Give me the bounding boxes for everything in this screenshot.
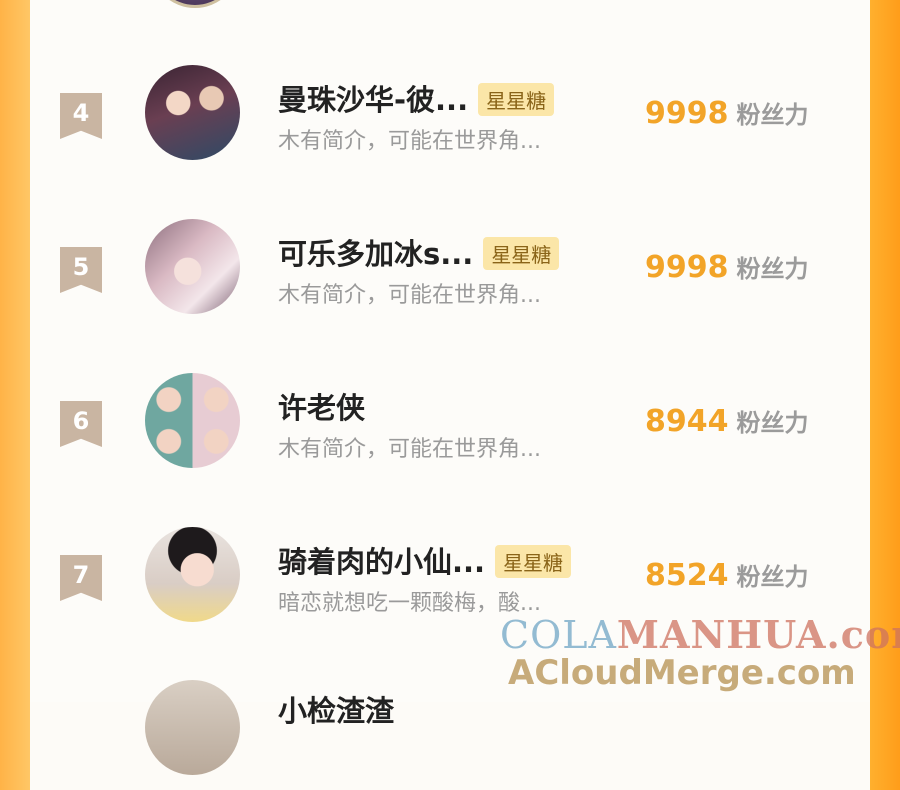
fan-score-unit: 粉丝力 [736,255,809,283]
ranking-row[interactable]: 6 许老侠 木有简介，可能在世界角... 8944 粉丝力 [0,373,900,483]
fan-score-unit: 粉丝力 [736,101,809,129]
fan-score: 9998 粉丝力 [645,249,809,285]
ranking-row[interactable]: 4 曼珠沙华-彼... 星星糖 木有简介，可能在世界角... 9998 粉丝力 [0,65,900,175]
fan-score-value: 9998 [645,250,729,285]
ranking-row[interactable]: 5 可乐多加冰s... 星星糖 木有简介，可能在世界角... 9998 粉丝力 [0,219,900,329]
watermark-line-2: ACloudMerge.com [508,653,856,693]
user-name-line: 可乐多加冰s... 星星糖 [278,231,560,273]
user-name[interactable]: 许老侠 [278,391,365,425]
level-tag: 星星糖 [478,82,555,116]
fan-score-unit: 粉丝力 [736,563,809,591]
fan-score: 8524 粉丝力 [645,557,809,593]
rank-badge: 4 [60,93,102,139]
avatar[interactable] [145,219,240,314]
fan-score-value: 8524 [645,558,729,593]
fan-score-unit: 粉丝力 [736,409,809,437]
fan-score: 8944 粉丝力 [645,403,809,439]
fan-score: 9998 粉丝力 [645,95,809,131]
rank-badge: 6 [60,401,102,447]
user-description: 木有简介，可能在世界角... [278,283,541,308]
user-description: 木有简介，可能在世界角... [278,129,541,154]
rank-badge: 5 [60,247,102,293]
watermark-line-1: COLAMANHUA.com [500,612,900,657]
user-name[interactable]: 小检渣渣 [278,694,394,728]
user-name-line: 许老侠 [278,385,365,427]
user-name-line: 曼珠沙华-彼... 星星糖 [278,77,555,119]
avatar[interactable] [145,373,240,468]
avatar[interactable] [145,65,240,160]
user-description: 木有简介，可能在世界角... [278,437,541,462]
avatar[interactable] [145,680,240,775]
ranking-row[interactable]: 小检渣渣 [0,680,900,790]
user-name-line: 小检渣渣 [278,688,394,730]
level-tag: 星星糖 [483,236,560,270]
fan-score-value: 9998 [645,96,729,131]
fan-score-value: 8944 [645,404,729,439]
rank-badge: 7 [60,555,102,601]
avatar[interactable] [145,527,240,622]
user-name[interactable]: 骑着肉的小仙... [278,545,485,579]
user-name[interactable]: 曼珠沙华-彼... [278,83,468,117]
user-name-line: 骑着肉的小仙... 星星糖 [278,539,572,581]
user-name[interactable]: 可乐多加冰s... [278,237,473,271]
watermark: COLAMANHUA.com ACloudMerge.com [500,612,900,693]
level-tag: 星星糖 [495,544,572,578]
